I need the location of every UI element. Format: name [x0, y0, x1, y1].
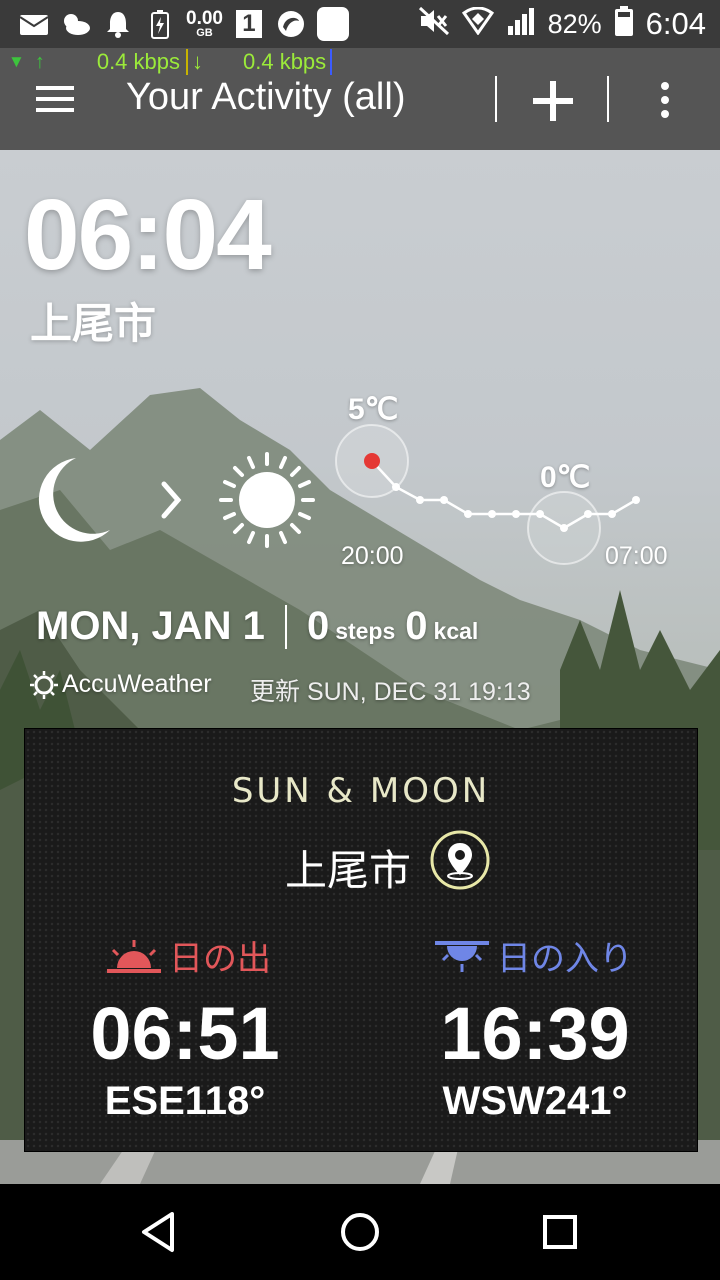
date-activity-row[interactable]: MON, JAN 1 0 steps 0 kcal [36, 604, 488, 649]
accuweather-label: AccuWeather [62, 670, 212, 698]
add-button[interactable] [528, 76, 578, 126]
sun-icon [219, 452, 315, 548]
date-divider [284, 604, 287, 649]
temp-point [416, 496, 424, 504]
blank-app-icon [316, 7, 349, 41]
home-button[interactable] [334, 1206, 386, 1258]
temp-point [488, 510, 496, 518]
net-up-icon: ↑ [34, 50, 45, 73]
moon-icon [38, 458, 110, 542]
net-up-speed: 0.4 kbps [96, 49, 180, 74]
recents-square-icon [543, 1215, 577, 1249]
status-time: 6:04 [645, 6, 706, 41]
kcal-unit: kcal [433, 618, 479, 644]
sunrise-time: 06:51 [90, 992, 280, 1075]
kcal-value: 0 [405, 604, 428, 648]
sunrise-label-row: 日の出 [105, 931, 271, 980]
sun-moon-title: SUN & MOON [231, 771, 491, 811]
accuweather-sun-icon [30, 670, 58, 699]
sun-moon-panel[interactable]: SUN & MOON 上尾市 日の出 06:51 ESE118° 日の入り 16… [24, 728, 698, 1152]
plus-icon [533, 81, 573, 121]
mail-icon [18, 9, 50, 39]
high-temp-label: 5℃ [348, 393, 399, 426]
weather-updated-time: 更新 SUN, DEC 31 19:13 [250, 678, 531, 706]
net-speed-bar: ▼ ↑ 0.4 kbps ↓ 0.4 kbps [0, 48, 333, 76]
temp-point [512, 510, 520, 518]
net-down-icon: ↓ [192, 49, 203, 74]
steps-unit: steps [335, 618, 396, 644]
graph-start-time: 20:00 [341, 542, 404, 570]
net-down-small-icon: ▼ [8, 52, 25, 71]
back-button[interactable] [134, 1206, 186, 1258]
net-down-speed: 0.4 kbps [243, 49, 327, 74]
battery-percent: 82% [547, 8, 602, 39]
location-pin-icon [430, 830, 490, 890]
sim-icon: 1 [233, 9, 265, 39]
sim-number: 1 [235, 10, 262, 38]
wifi-icon [461, 6, 494, 42]
recents-button[interactable] [534, 1206, 586, 1258]
temp-point [464, 510, 472, 518]
current-temp-dot [364, 453, 380, 469]
steps-value: 0 [306, 604, 330, 648]
sunset-label: 日の入り [497, 940, 633, 978]
temp-point [392, 483, 400, 491]
widget-clock[interactable]: 06:04 [24, 178, 272, 293]
weather-cloud-icon [60, 9, 92, 39]
sun-moon-city: 上尾市 [285, 847, 412, 894]
app-bar: ▼ ↑ 0.4 kbps ↓ 0.4 kbps Your Activity (a… [0, 48, 720, 150]
low-temp-label: 0℃ [540, 461, 591, 494]
location-pin-button[interactable] [429, 829, 491, 891]
temp-point [632, 496, 640, 504]
weather-transition[interactable] [36, 450, 326, 555]
temp-point [608, 510, 616, 518]
battery-saver-icon [144, 9, 176, 39]
appbar-divider [607, 76, 609, 122]
back-triangle-icon [142, 1212, 174, 1252]
temp-point [560, 524, 568, 532]
appbar-divider [495, 76, 497, 122]
home-circle-icon [341, 1213, 379, 1251]
widget-city: 上尾市 [30, 300, 157, 347]
app-logo-icon [275, 9, 307, 39]
graph-end-time: 07:00 [605, 542, 668, 570]
temp-point [584, 510, 592, 518]
signal-icon [506, 6, 536, 43]
menu-button[interactable] [36, 86, 76, 114]
sunset-time: 16:39 [440, 992, 630, 1075]
accuweather-link[interactable]: AccuWeather [30, 670, 212, 699]
chevron-right-icon [161, 481, 182, 519]
more-vert-icon [661, 82, 669, 118]
sunrise-direction: ESE118° [104, 1079, 266, 1123]
more-options-button[interactable] [650, 80, 680, 120]
widget-date: MON, JAN 1 [36, 604, 265, 648]
temp-point [536, 510, 544, 518]
sunset-icon [435, 940, 489, 972]
sunset-direction: WSW241° [442, 1079, 628, 1123]
sunrise-label: 日の出 [169, 940, 271, 978]
bell-icon [102, 9, 134, 39]
data-usage: 0.00 GB [186, 9, 223, 39]
sunrise-icon [107, 939, 161, 973]
temp-point [440, 496, 448, 504]
data-usage-value: 0.00 [186, 8, 223, 29]
sunset-label-row: 日の入り [433, 931, 633, 980]
mute-icon [418, 6, 450, 43]
navigation-bar [0, 1184, 720, 1280]
data-usage-unit: GB [196, 27, 213, 39]
status-bar: 0.00 GB 1 82% 6:04 [0, 0, 720, 48]
app-title: Your Activity (all) [126, 76, 406, 118]
battery-icon [614, 5, 634, 44]
